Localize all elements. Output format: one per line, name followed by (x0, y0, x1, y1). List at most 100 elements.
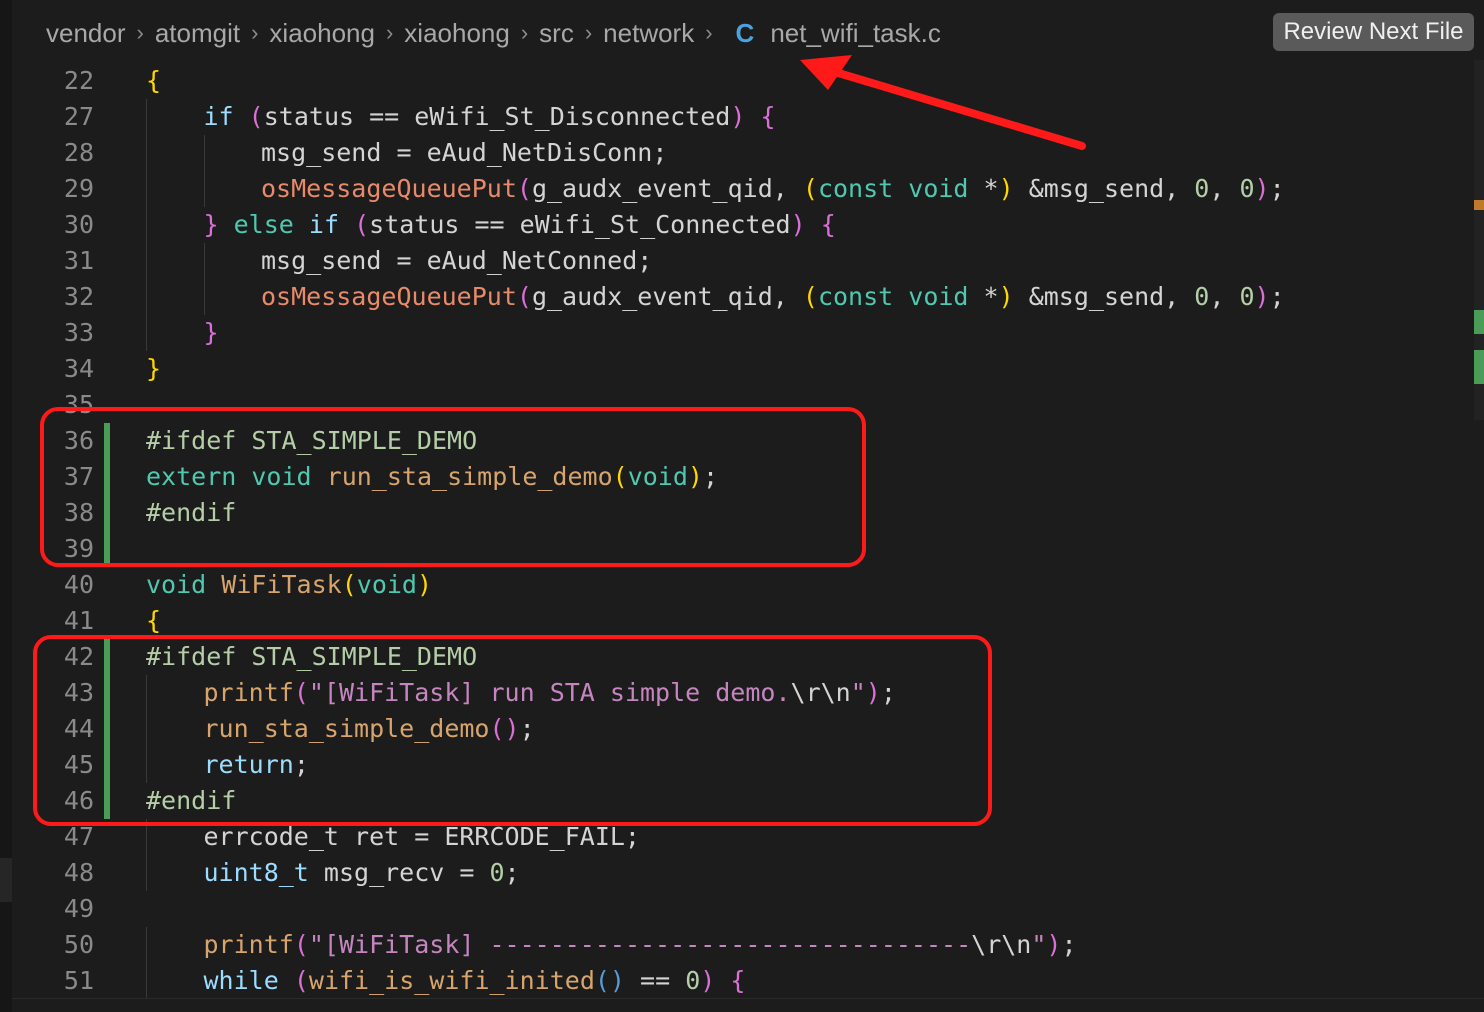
code-line[interactable]: 27 if (status == eWifi_St_Disconnected) { (0, 99, 1470, 135)
code-token: { (146, 606, 162, 635)
review-next-file-button[interactable]: Review Next File (1273, 13, 1474, 51)
breadcrumb-item[interactable]: xiaohong (269, 18, 375, 49)
code-line[interactable]: 22 { (0, 63, 1470, 99)
code-token: wifi_is_wifi_inited (308, 966, 595, 995)
code-line[interactable]: 50 printf("[WiFiTask] -------------------… (0, 927, 1470, 963)
code-line[interactable]: 48 uint8_t msg_recv = 0; (0, 855, 1470, 891)
code-token: void (356, 570, 417, 599)
code-line[interactable]: 40 void WiFiTask(void) (0, 567, 1470, 603)
code-text: } else if (status == eWifi_St_Connected)… (204, 207, 836, 243)
code-token: ) (1046, 930, 1062, 959)
breadcrumb-item[interactable]: network (603, 18, 694, 49)
line-number: 27 (63, 102, 94, 131)
indent-guide (203, 243, 205, 279)
code-token: void (908, 174, 969, 203)
code-token: msg_send = eAud_NetDisConn; (261, 138, 668, 167)
breadcrumb: vendor › atomgit › xiaohong › xiaohong › src › net… (46, 14, 941, 52)
breadcrumb-item[interactable]: atomgit (155, 18, 240, 49)
code-token: { (760, 102, 776, 131)
indent-guide (146, 855, 147, 891)
code-line[interactable]: 51 while (wifi_is_wifi_inited() == 0) { (0, 963, 1470, 999)
line-number: 48 (63, 858, 94, 887)
code-token: ; (1269, 174, 1285, 203)
breadcrumb-item[interactable]: src (539, 18, 574, 49)
minimap-warning-marker (1474, 200, 1484, 210)
code-token: ) (1254, 174, 1270, 203)
line-number: 40 (63, 570, 94, 599)
chevron-right-icon: › (136, 20, 144, 45)
indent-guide (146, 99, 147, 135)
code-token: \r\n (971, 930, 1032, 959)
code-text: if (status == eWifi_St_Disconnected) { (204, 99, 776, 135)
code-text: printf("[WiFiTask] ---------------------… (204, 927, 1077, 963)
indent-guide (203, 171, 205, 207)
code-token: WiFiTask (221, 570, 342, 599)
code-token: ) (416, 570, 433, 599)
indent-guide (146, 963, 147, 999)
code-token: 0 (1239, 282, 1255, 311)
code-token: { (730, 966, 746, 995)
indent-guide (146, 243, 147, 279)
code-token: () (594, 966, 625, 995)
code-token: 0 (1194, 282, 1210, 311)
code-text: } (204, 315, 219, 351)
code-text: } (146, 351, 161, 387)
indent-guide (146, 171, 147, 207)
code-token: ) (730, 102, 746, 131)
code-token: , (1209, 174, 1240, 203)
code-line[interactable]: 49 (0, 891, 1470, 927)
code-line[interactable]: 34} (0, 351, 1470, 387)
code-line[interactable]: 30 } else if (status == eWifi_St_Connecte… (0, 207, 1470, 243)
code-line[interactable]: 32 osMessageQueuePut(g_audx_event_qid, (c… (0, 279, 1470, 315)
code-token: ( (341, 570, 357, 599)
code-token: } (203, 210, 219, 239)
code-token: status == eWifi_St_Disconnected (263, 102, 731, 131)
code-token: osMessageQueuePut (261, 282, 517, 311)
code-token: ; (1269, 282, 1285, 311)
code-token: , (1209, 282, 1240, 311)
c-file-icon: C (735, 17, 755, 48)
line-number: 29 (63, 174, 94, 203)
indent-guide (146, 279, 147, 315)
breadcrumb-file-name[interactable]: net_wifi_task.c (770, 18, 941, 49)
code-token: uint8_t (203, 858, 309, 887)
chevron-right-icon: › (584, 20, 593, 45)
code-token: ( (802, 174, 818, 203)
code-token: ; (504, 858, 520, 887)
code-token: ) (998, 282, 1014, 311)
code-token: 0 (685, 966, 701, 995)
line-number: 51 (63, 966, 94, 995)
code-token: ) (1254, 282, 1270, 311)
code-token: ( (516, 174, 532, 203)
line-number: 50 (63, 930, 94, 959)
code-token: else (233, 210, 294, 239)
code-line[interactable]: 33} (0, 315, 1470, 351)
code-token: ) (998, 174, 1014, 203)
line-number: 30 (63, 210, 94, 239)
breadcrumb-item[interactable]: xiaohong (404, 18, 510, 49)
code-token: msg_recv = (308, 858, 490, 887)
line-number: 49 (63, 894, 94, 923)
code-token: ; (1061, 930, 1077, 959)
code-text: osMessageQueuePut(g_audx_event_qid, (con… (261, 171, 1285, 207)
code-line[interactable]: 29 osMessageQueuePut(g_audx_event_qid, (c… (0, 171, 1470, 207)
code-line[interactable]: 31 msg_send = eAud_NetConned; (0, 243, 1470, 279)
code-line[interactable]: 41 { (0, 603, 1470, 639)
indent-guide (146, 927, 147, 963)
breadcrumb-item[interactable]: vendor (46, 18, 126, 49)
code-line[interactable]: 28 msg_send = eAud_NetDisConn; (0, 135, 1470, 171)
indent-guide (203, 279, 205, 315)
editor-bottom-border (12, 998, 1484, 999)
code-token: "[WiFiTask] ----------------------------… (308, 930, 972, 959)
indent-guide (146, 135, 147, 171)
minimap-change-marker (1474, 350, 1484, 384)
code-text: while (wifi_is_wifi_inited() == 0) { (204, 963, 746, 999)
